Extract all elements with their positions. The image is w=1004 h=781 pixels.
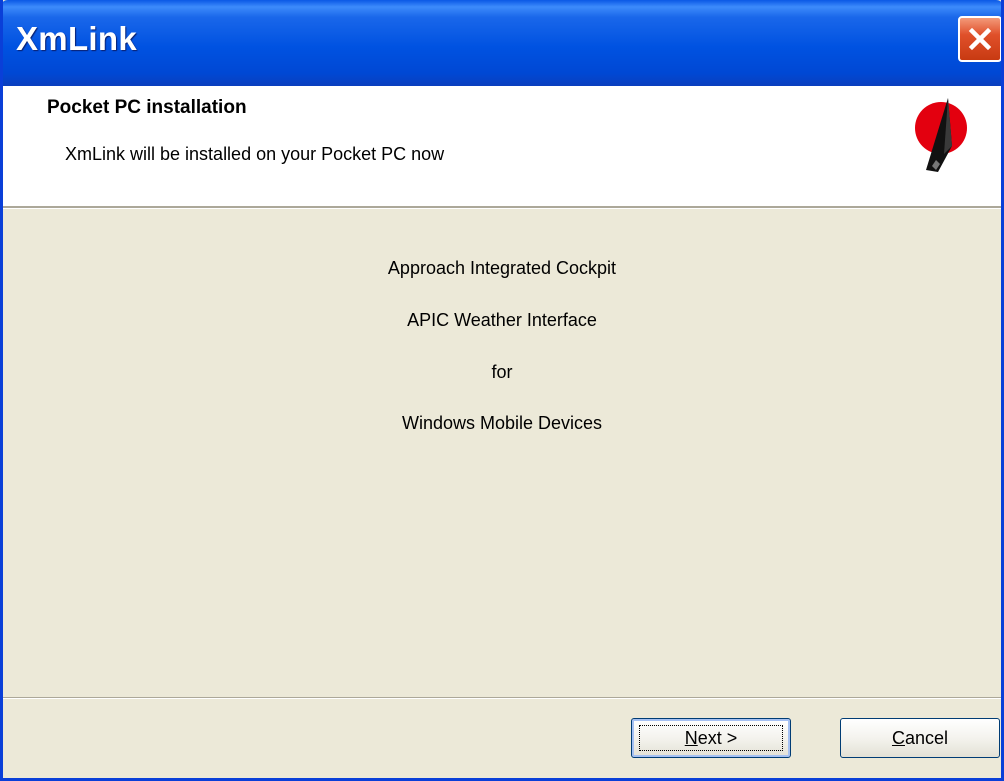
product-line-4: Windows Mobile Devices bbox=[401, 413, 603, 433]
next-button[interactable]: Next > bbox=[631, 718, 791, 758]
cancel-mnemonic: C bbox=[891, 728, 905, 748]
installer-window: XmLink Pocket PC installation XmLink wil… bbox=[0, 0, 1004, 781]
header-divider bbox=[3, 206, 1001, 209]
product-line-1: Approach Integrated Cockpit bbox=[387, 258, 617, 278]
apic-logo-icon bbox=[915, 98, 967, 172]
focus-rectangle bbox=[639, 725, 783, 751]
title-bar[interactable]: XmLink bbox=[3, 0, 1001, 86]
header-panel: Pocket PC installation XmLink will be in… bbox=[3, 86, 1001, 206]
footer-divider bbox=[3, 697, 1001, 699]
product-line-2: APIC Weather Interface bbox=[407, 310, 597, 330]
cancel-label: ancel bbox=[904, 728, 949, 748]
header-title: Pocket PC installation bbox=[47, 97, 247, 118]
close-icon bbox=[968, 27, 992, 51]
close-button[interactable] bbox=[958, 16, 1001, 62]
header-subtitle: XmLink will be installed on your Pocket … bbox=[65, 144, 445, 164]
cancel-button[interactable]: Cancel bbox=[840, 718, 1000, 758]
window-title: XmLink bbox=[16, 20, 137, 57]
product-line-3: for bbox=[491, 362, 513, 382]
